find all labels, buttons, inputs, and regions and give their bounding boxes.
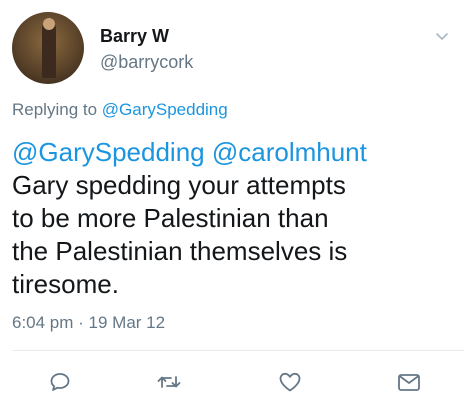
tweet-text: @GarySpedding @carolmhunt Gary spedding … xyxy=(12,136,452,301)
chevron-down-icon[interactable] xyxy=(434,28,450,44)
tweet-time: 6:04 pm xyxy=(12,313,74,332)
author-name[interactable]: Barry W xyxy=(100,26,169,47)
replying-to-link[interactable]: @GarySpedding xyxy=(102,100,228,119)
meta-separator: · xyxy=(73,313,89,332)
divider xyxy=(12,350,464,351)
replying-to: Replying to @GarySpedding xyxy=(12,100,228,120)
reply-icon[interactable] xyxy=(48,370,72,394)
tweet-date: 19 Mar 12 xyxy=(88,313,166,332)
tweet-line: Gary spedding your attempts xyxy=(12,170,346,200)
author-handle[interactable]: @barrycork xyxy=(100,52,193,73)
tweet-line: tiresome. xyxy=(12,269,119,299)
tweet-line: the Palestinian themselves is xyxy=(12,236,348,266)
replying-to-prefix: Replying to xyxy=(12,100,102,119)
tweet-line: to be more Palestinian than xyxy=(12,203,329,233)
envelope-icon[interactable] xyxy=(396,370,422,394)
mention-link[interactable]: @GarySpedding xyxy=(12,137,205,167)
avatar-head xyxy=(43,18,55,30)
tweet-mentions: @GarySpedding @carolmhunt xyxy=(12,136,452,169)
tweet-timestamp[interactable]: 6:04 pm · 19 Mar 12 xyxy=(12,313,165,333)
retweet-icon[interactable] xyxy=(156,370,182,394)
mention-link[interactable]: @carolmhunt xyxy=(212,137,367,167)
avatar[interactable] xyxy=(12,12,84,84)
avatar-figure xyxy=(42,22,56,78)
heart-icon[interactable] xyxy=(277,370,303,394)
